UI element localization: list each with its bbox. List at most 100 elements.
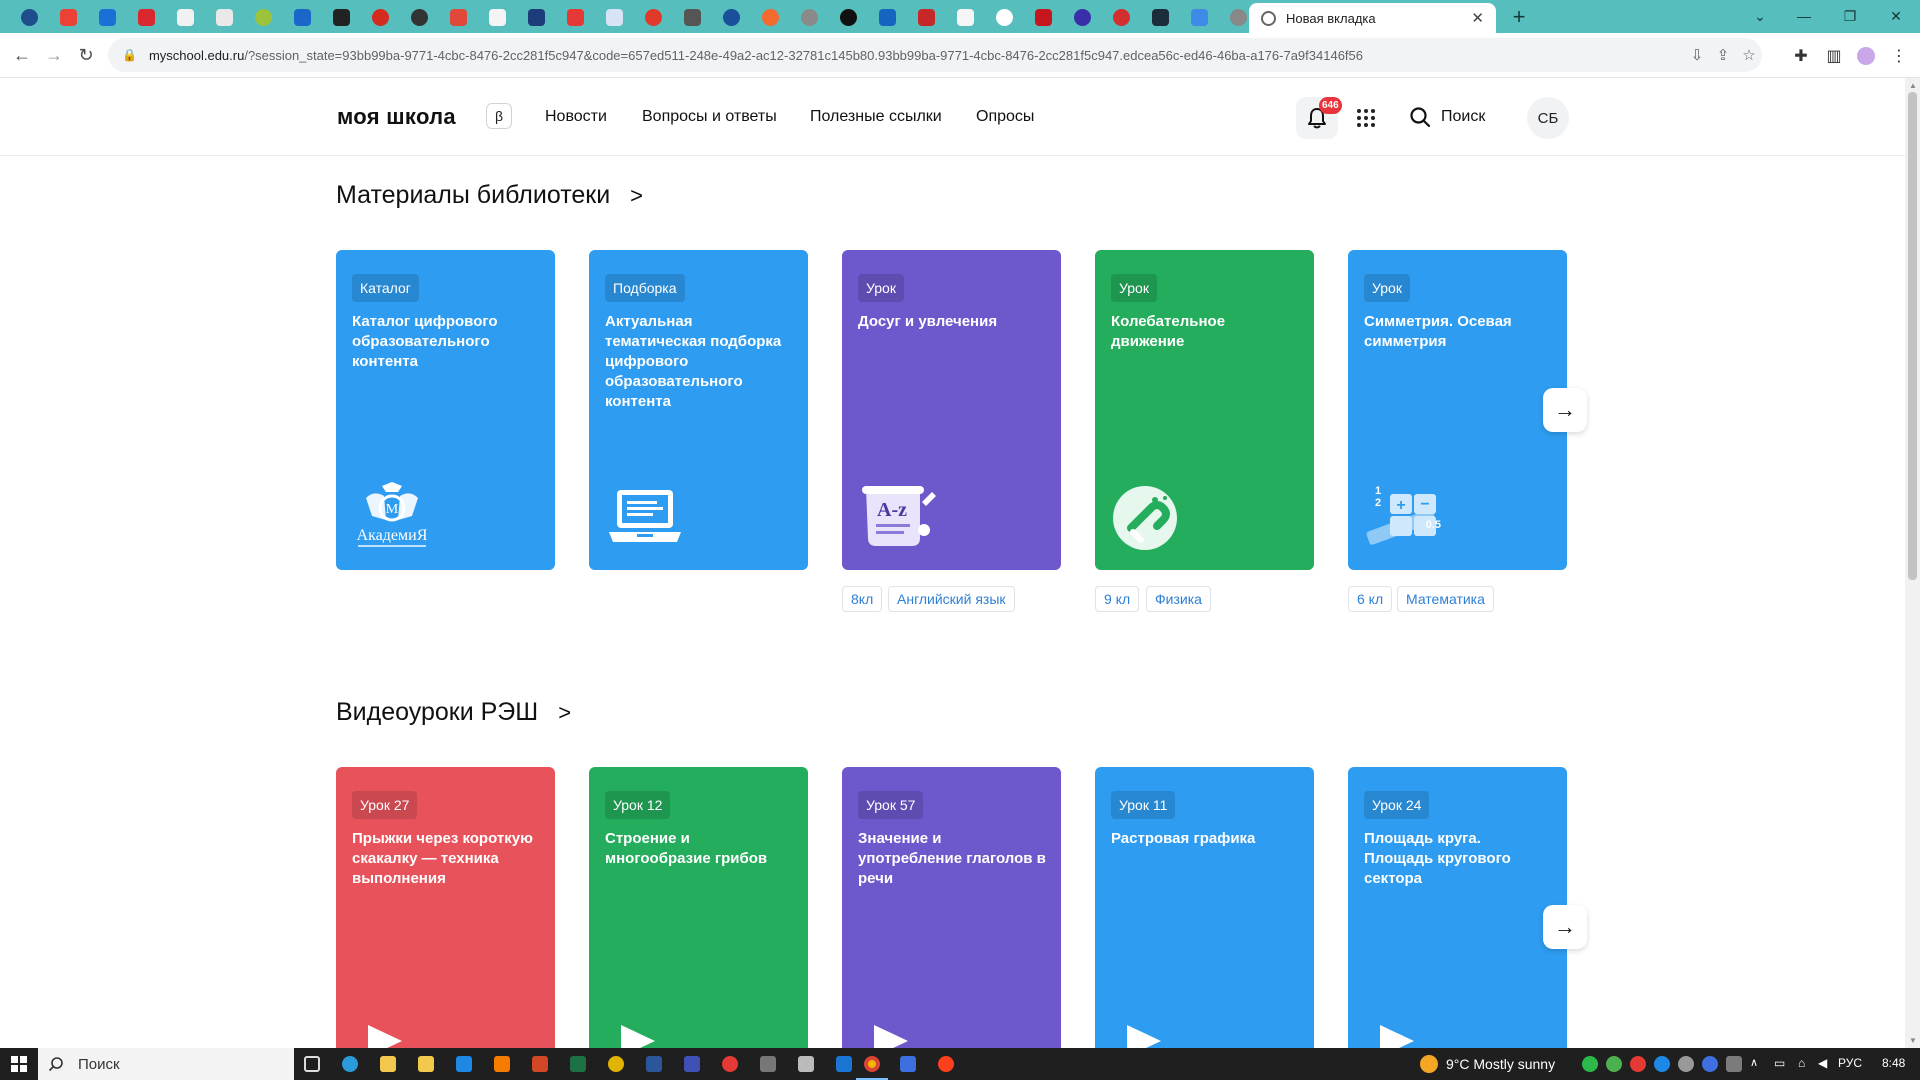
side-panel-icon[interactable]: ▥ [1821, 43, 1847, 69]
app-icon[interactable] [796, 1054, 816, 1074]
taskbar-search-box[interactable]: Поиск [38, 1048, 294, 1080]
page-scrollbar[interactable]: ▲ ▼ [1905, 78, 1920, 1048]
tray-app-icon[interactable] [1606, 1056, 1622, 1072]
pinned-tab[interactable] [10, 4, 49, 30]
opera-icon[interactable] [720, 1054, 740, 1074]
tray-app-icon[interactable] [1678, 1056, 1694, 1072]
pinned-tab[interactable] [166, 4, 205, 30]
install-app-icon[interactable]: ⇩ [1684, 42, 1710, 68]
site-logo[interactable]: моя школа [337, 104, 456, 130]
grade-tag[interactable]: 9 кл [1095, 586, 1140, 612]
pinned-tab[interactable] [127, 4, 166, 30]
excel-icon[interactable] [568, 1054, 588, 1074]
clock[interactable]: 8:48 [1882, 1056, 1905, 1070]
library-card[interactable]: Каталог Каталог цифрового образовательно… [336, 250, 555, 570]
scroll-down-arrow-icon[interactable]: ▼ [1909, 1036, 1917, 1045]
vlc-icon[interactable] [492, 1054, 512, 1074]
bookmark-star-icon[interactable]: ☆ [1736, 42, 1762, 68]
pinned-tab[interactable] [517, 4, 556, 30]
pinned-tab[interactable] [946, 4, 985, 30]
yandex-browser-icon[interactable] [898, 1054, 918, 1074]
profile-avatar-icon[interactable] [1853, 43, 1879, 69]
store-icon[interactable] [416, 1054, 436, 1074]
library-card[interactable]: Подборка Актуальная тематическая подборк… [589, 250, 808, 570]
subject-tag[interactable]: Математика [1397, 586, 1494, 612]
share-icon[interactable]: ⇪ [1710, 42, 1736, 68]
pinned-tab[interactable] [556, 4, 595, 30]
pinned-tab[interactable] [829, 4, 868, 30]
tray-chevron-icon[interactable]: ∧ [1750, 1056, 1766, 1072]
scrollbar-thumb[interactable] [1908, 92, 1917, 580]
back-button[interactable]: ← [10, 43, 34, 67]
pinned-tab[interactable] [478, 4, 517, 30]
library-card[interactable]: Урок Колебательное движение [1095, 250, 1314, 570]
pinned-tab[interactable] [322, 4, 361, 30]
new-tab-button[interactable]: + [1506, 4, 1532, 30]
minimize-button[interactable]: — [1784, 4, 1824, 28]
pinned-tab[interactable] [673, 4, 712, 30]
video-lesson-card[interactable]: Урок 12 Строение и многообразие грибов [589, 767, 808, 1048]
grade-tag[interactable]: 8кл [842, 586, 883, 612]
pinned-tab[interactable] [751, 4, 790, 30]
app-icon[interactable] [682, 1054, 702, 1074]
library-carousel-next-button[interactable]: → [1543, 388, 1587, 432]
pinned-tab[interactable] [88, 4, 127, 30]
pinned-tab[interactable] [907, 4, 946, 30]
app-icon[interactable] [606, 1054, 626, 1074]
weather-widget[interactable]: 9°C Mostly sunny [1420, 1048, 1555, 1080]
address-bar[interactable]: 🔒 myschool.edu.ru/?session_state=93bb99b… [108, 38, 1762, 72]
input-language-indicator[interactable]: РУС [1838, 1056, 1862, 1070]
pinned-tab[interactable] [49, 4, 88, 30]
pinned-tab[interactable] [985, 4, 1024, 30]
tray-app-icon[interactable] [1630, 1056, 1646, 1072]
video-carousel-next-button[interactable]: → [1543, 905, 1587, 949]
browser-menu-icon[interactable]: ⋮ [1886, 43, 1912, 69]
network-icon[interactable]: ⌂ [1798, 1056, 1814, 1072]
restore-button[interactable]: ❐ [1830, 4, 1870, 28]
user-avatar[interactable]: СБ [1527, 97, 1569, 139]
close-window-button[interactable]: ✕ [1876, 4, 1916, 28]
pinned-tab[interactable] [283, 4, 322, 30]
pinned-tab[interactable] [361, 4, 400, 30]
extensions-puzzle-icon[interactable]: ✚ [1788, 43, 1814, 69]
start-button[interactable] [0, 1048, 38, 1080]
video-lesson-card[interactable]: Урок 57 Значение и употребление глаголов… [842, 767, 1061, 1048]
nav-link-useful-links[interactable]: Полезные ссылки [810, 108, 942, 126]
pinned-tab[interactable] [634, 4, 673, 30]
pinned-tab[interactable] [1024, 4, 1063, 30]
pinned-tab[interactable] [595, 4, 634, 30]
pinned-tab[interactable] [1102, 4, 1141, 30]
pinned-tab[interactable] [439, 4, 478, 30]
tray-app-icon[interactable] [1654, 1056, 1670, 1072]
video-lesson-card[interactable]: Урок 24 Площадь круга. Площадь кругового… [1348, 767, 1567, 1048]
apps-grid-icon[interactable] [1355, 107, 1377, 129]
pinned-tab[interactable] [712, 4, 751, 30]
video-lessons-section-title[interactable]: Видеоуроки РЭШ > [336, 698, 571, 727]
network-icon[interactable]: ▭ [1774, 1056, 1790, 1072]
edge-icon[interactable] [340, 1054, 360, 1074]
pinned-tab[interactable] [1180, 4, 1219, 30]
search-button[interactable]: Поиск [1409, 100, 1485, 134]
pinned-tab[interactable] [1063, 4, 1102, 30]
pinned-tab[interactable] [1141, 4, 1180, 30]
close-tab-icon[interactable]: ✕ [1471, 9, 1484, 27]
calculator-icon[interactable] [758, 1054, 778, 1074]
forward-button[interactable]: → [42, 43, 66, 67]
video-lesson-card[interactable]: Урок 11 Растровая графика [1095, 767, 1314, 1048]
library-card[interactable]: Урок Симметрия. Осевая симметрия + − 1 2… [1348, 250, 1567, 570]
subject-tag[interactable]: Физика [1146, 586, 1211, 612]
yandex-icon[interactable] [936, 1054, 956, 1074]
file-explorer-icon[interactable] [378, 1054, 398, 1074]
nav-link-faq[interactable]: Вопросы и ответы [642, 108, 777, 126]
pinned-tab[interactable] [790, 4, 829, 30]
volume-icon[interactable]: ◀ [1818, 1056, 1834, 1072]
pinned-tab[interactable] [205, 4, 244, 30]
chrome-icon[interactable] [856, 1054, 888, 1080]
tray-app-icon[interactable] [1702, 1056, 1718, 1072]
tray-app-icon[interactable] [1726, 1056, 1742, 1072]
pinned-tab[interactable] [244, 4, 283, 30]
library-section-title[interactable]: Материалы библиотеки > [336, 181, 643, 210]
nav-link-news[interactable]: Новости [545, 108, 607, 126]
nav-link-polls[interactable]: Опросы [976, 108, 1034, 126]
word-icon[interactable] [644, 1054, 664, 1074]
